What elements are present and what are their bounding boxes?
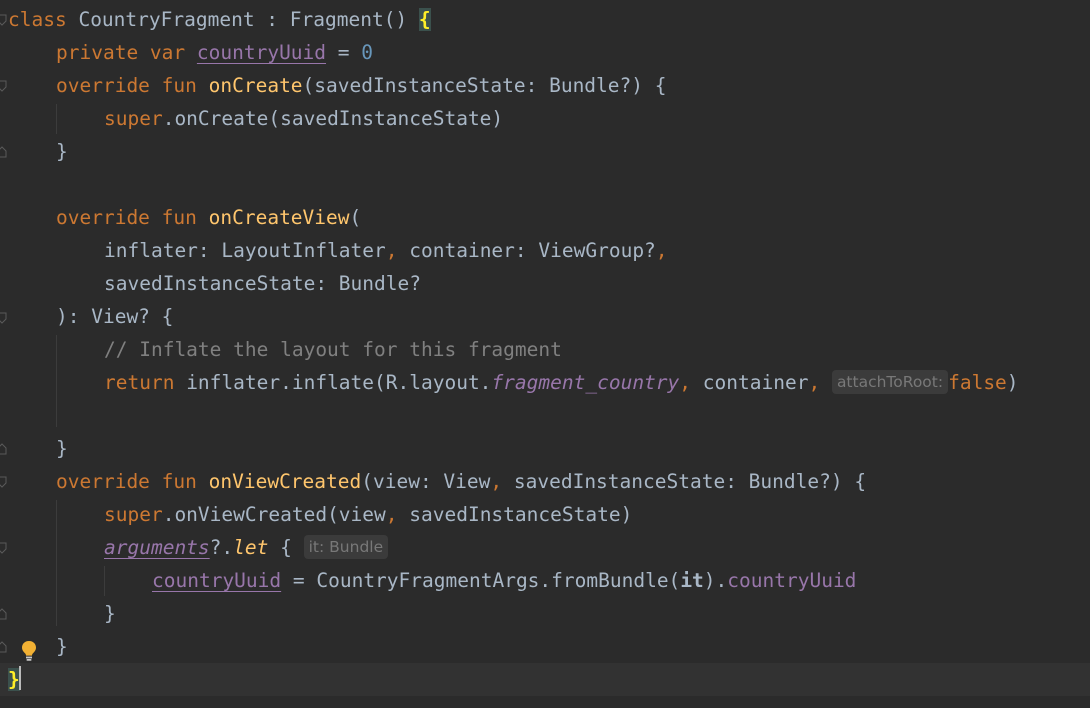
operator-token: = bbox=[326, 41, 362, 64]
code-line-9[interactable]: savedInstanceState: Bundle? bbox=[0, 267, 1090, 300]
parameter-token: savedInstanceState: Bundle? bbox=[104, 272, 421, 295]
it-token: it bbox=[680, 569, 704, 592]
paren-token: ) bbox=[1006, 371, 1019, 394]
function-name: onCreateView bbox=[208, 206, 350, 229]
closing-brace: } bbox=[56, 635, 68, 658]
code-line-20[interactable]: } bbox=[0, 630, 1090, 663]
code-line-11[interactable]: // Inflate the layout for this fragment bbox=[0, 333, 1090, 366]
parameter-list: (savedInstanceState: Bundle?) { bbox=[302, 74, 667, 97]
code-line-21[interactable]: } bbox=[0, 663, 1090, 696]
static-field-token: fragment_country bbox=[491, 371, 680, 394]
code-line-7[interactable]: override fun onCreateView( bbox=[0, 201, 1090, 234]
keyword-token: private var bbox=[56, 41, 197, 64]
call-expression: .onCreate(savedInstanceState) bbox=[162, 107, 504, 130]
code-line-16[interactable]: super.onViewCreated(view, savedInstanceS… bbox=[0, 498, 1090, 531]
property-token: countryUuid bbox=[152, 569, 282, 592]
text-caret bbox=[19, 666, 21, 690]
operator-token: ). bbox=[703, 569, 728, 592]
code-line-14[interactable]: } bbox=[0, 432, 1090, 465]
opening-brace: { bbox=[268, 536, 292, 559]
closing-brace: } bbox=[104, 602, 116, 625]
function-name: onCreate bbox=[208, 74, 303, 97]
closing-brace: } bbox=[56, 140, 68, 163]
property-token: countryUuid bbox=[727, 569, 857, 592]
paren-token: ( bbox=[349, 206, 362, 229]
matched-brace: } bbox=[8, 668, 20, 691]
parameter-list: (view: View bbox=[361, 470, 491, 493]
return-type: ): View? { bbox=[56, 305, 174, 328]
keyword-token: override fun bbox=[56, 206, 209, 229]
closing-brace: } bbox=[56, 437, 68, 460]
code-line-17[interactable]: arguments?.let { it: Bundle bbox=[0, 531, 1090, 564]
code-line-12[interactable]: return inflater.inflate(R.layout.fragmen… bbox=[0, 366, 1090, 399]
keyword-token: override fun bbox=[56, 74, 209, 97]
lightbulb-icon[interactable] bbox=[20, 640, 38, 662]
parameter-token: inflater: LayoutInflater bbox=[104, 239, 386, 262]
call-expression: = CountryFragmentArgs.fromBundle( bbox=[281, 569, 681, 592]
number-token: 0 bbox=[361, 41, 374, 64]
code-line-19[interactable]: } bbox=[0, 597, 1090, 630]
call-expression: .onViewCreated(view bbox=[162, 503, 386, 526]
comma-token: , bbox=[679, 371, 692, 394]
code-editor[interactable]: class CountryFragment : Fragment() { pri… bbox=[0, 0, 1090, 708]
comma-token: , bbox=[385, 503, 398, 526]
operator-token: ?. bbox=[209, 536, 234, 559]
keyword-token: class bbox=[8, 8, 79, 31]
code-line-2[interactable]: private var countryUuid = 0 bbox=[0, 36, 1090, 69]
property-token: arguments bbox=[104, 536, 210, 559]
keyword-token: override fun bbox=[56, 470, 209, 493]
function-name: onViewCreated bbox=[208, 470, 362, 493]
keyword-token: super bbox=[104, 107, 163, 130]
code-line-5[interactable]: } bbox=[0, 135, 1090, 168]
code-line-10[interactable]: ): View? { bbox=[0, 300, 1090, 333]
code-line-13[interactable] bbox=[0, 399, 1090, 432]
code-line-1[interactable]: class CountryFragment : Fragment() { bbox=[0, 3, 1090, 36]
comment-token: // Inflate the layout for this fragment bbox=[104, 338, 562, 361]
code-line-6[interactable] bbox=[0, 168, 1090, 201]
keyword-token: super bbox=[104, 503, 163, 526]
comma-token: , bbox=[490, 470, 503, 493]
argument-token: container bbox=[691, 371, 809, 394]
code-line-4[interactable]: super.onCreate(savedInstanceState) bbox=[0, 102, 1090, 135]
inlay-hint-attach-to-root: attachToRoot: bbox=[831, 370, 949, 394]
comma-token: , bbox=[808, 371, 821, 394]
inlay-hint-it-type: it: Bundle bbox=[303, 535, 389, 559]
code-line-15[interactable]: override fun onViewCreated(view: View, s… bbox=[0, 465, 1090, 498]
matched-brace: { bbox=[418, 8, 431, 31]
class-declaration: CountryFragment : Fragment() bbox=[78, 8, 419, 31]
comma-token: , bbox=[655, 239, 668, 262]
property-token: countryUuid bbox=[196, 41, 327, 64]
parameter-list: savedInstanceState: Bundle?) { bbox=[502, 470, 867, 493]
parameter-token: container: ViewGroup? bbox=[397, 239, 656, 262]
keyword-token: return bbox=[104, 371, 187, 394]
function-name: let bbox=[233, 536, 269, 559]
comma-token: , bbox=[385, 239, 398, 262]
code-line-3[interactable]: override fun onCreate(savedInstanceState… bbox=[0, 69, 1090, 102]
code-line-18[interactable]: countryUuid = CountryFragmentArgs.fromBu… bbox=[0, 564, 1090, 597]
code-line-8[interactable]: inflater: LayoutInflater, container: Vie… bbox=[0, 234, 1090, 267]
call-expression: inflater.inflate(R.layout. bbox=[186, 371, 492, 394]
keyword-token: false bbox=[948, 371, 1007, 394]
argument-token: savedInstanceState) bbox=[397, 503, 633, 526]
